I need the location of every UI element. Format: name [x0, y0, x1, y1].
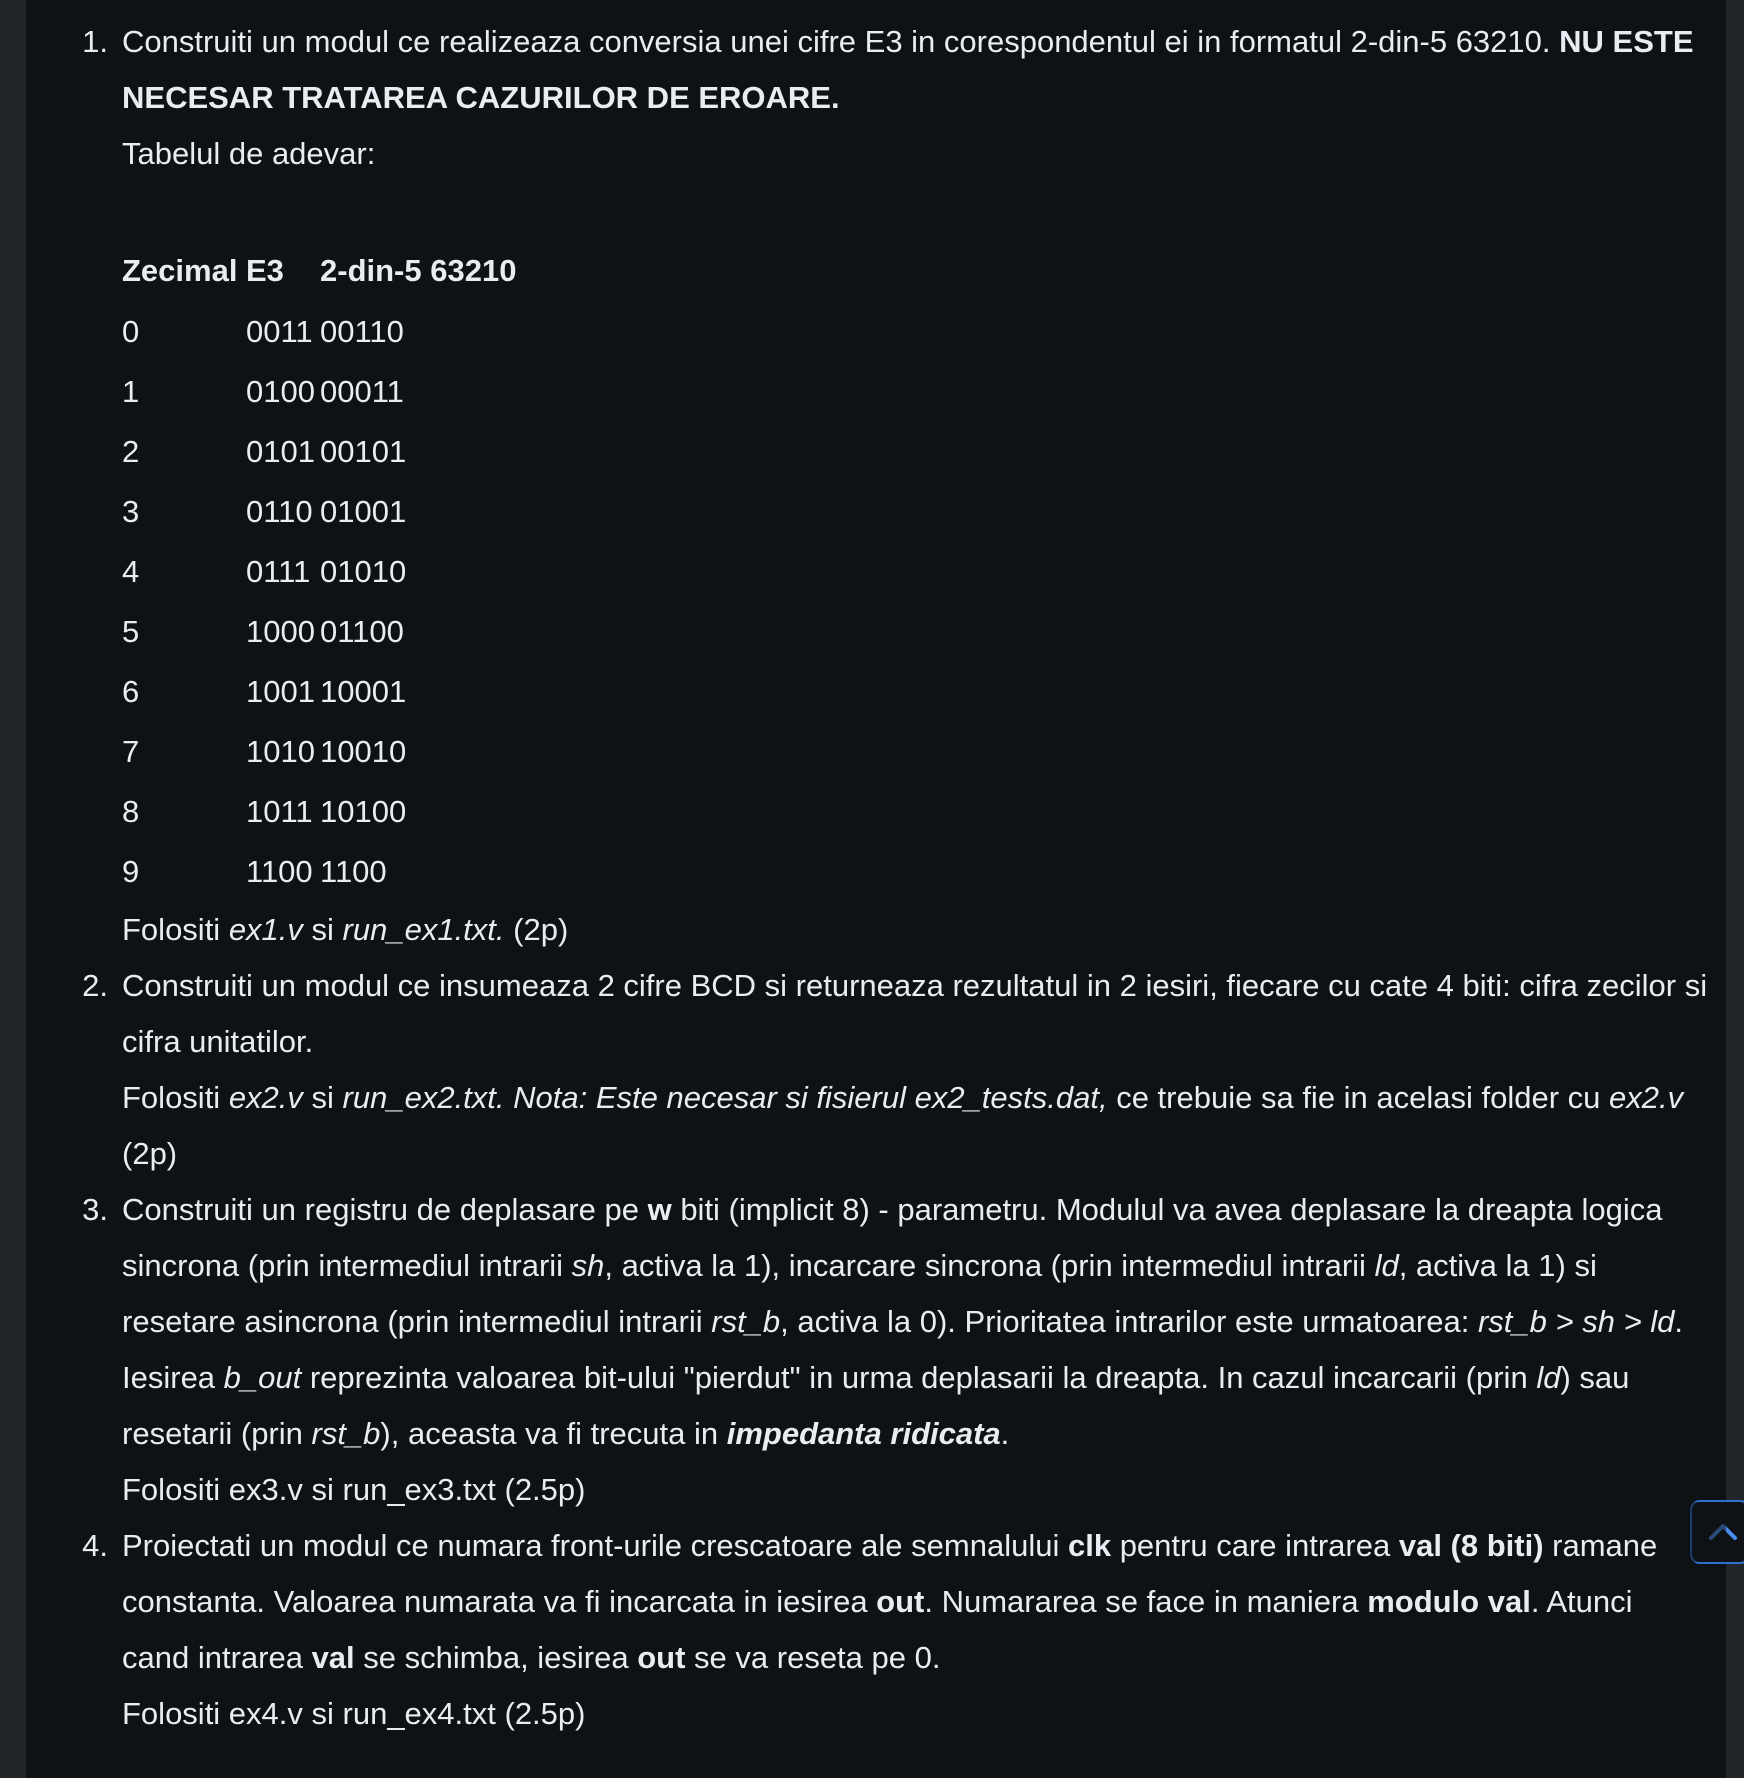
task-number: 1. — [82, 24, 108, 59]
table-cell: 1100 — [246, 854, 313, 889]
signal-name: val — [311, 1640, 355, 1675]
back-to-top-button[interactable] — [1690, 1500, 1744, 1564]
table-intro: Tabelul de adevar: — [122, 136, 376, 171]
table-cell: 00011 — [320, 374, 404, 409]
table-cell: 0011 — [246, 314, 313, 349]
table-cell: 10100 — [320, 794, 407, 829]
table-cell: 5 — [122, 614, 140, 649]
table-cell: 7 — [122, 734, 140, 769]
table-cell: 1011 — [246, 794, 313, 829]
table-row: 9 1100 1100 — [122, 842, 516, 902]
task-description: Construiti un modul ce insumeaza 2 cifre… — [122, 968, 1708, 1059]
table-cell: 1100 — [320, 854, 387, 889]
table-cell: 1 — [122, 374, 140, 409]
file-name: ex2.v — [228, 1080, 303, 1115]
table-row: 8 1011 10100 — [122, 782, 516, 842]
table-cell: 6 — [122, 674, 140, 709]
priority-order: rst_b > sh > ld — [1477, 1304, 1675, 1339]
table-cell: 0 — [122, 314, 140, 349]
task-description: Proiectati un modul ce numara front-uril… — [122, 1528, 1658, 1675]
files-note: Folositi ex2.v si run_ex2.txt. Nota: Est… — [122, 1080, 1684, 1171]
table-row: 4 0111 01010 — [122, 542, 516, 602]
files-note: Folositi ex4.v si run_ex4.txt (2.5p) — [122, 1696, 586, 1731]
signal-name: val (8 biti) — [1398, 1528, 1544, 1563]
table-cell: 01100 — [320, 614, 404, 649]
table-cell: 1001 — [246, 674, 315, 709]
file-note-italic: run_ex2.txt. Nota: Este necesar si fisie… — [342, 1080, 1108, 1115]
table-cell: 0110 — [246, 494, 313, 529]
table-cell: 10001 — [320, 674, 407, 709]
table-row: 0 0011 00110 — [122, 302, 516, 362]
task-4: 4. Proiectati un modul ce numara front-u… — [78, 1518, 1708, 1742]
table-cell: 0100 — [246, 374, 315, 409]
task-3: 3. Construiti un registru de deplasare p… — [78, 1182, 1708, 1518]
table-cell: 0101 — [246, 434, 315, 469]
table-cell: 1000 — [246, 614, 315, 649]
signal-name: rst_b — [711, 1304, 781, 1339]
table-row: 7 1010 10010 — [122, 722, 516, 782]
table-cell: 00110 — [320, 314, 404, 349]
table-cell: 00101 — [320, 434, 407, 469]
column-header: 2-din-5 63210 — [320, 253, 517, 288]
signal-name: b_out — [223, 1360, 302, 1395]
table-row: 5 1000 01100 — [122, 602, 516, 662]
column-header: Zecimal — [122, 253, 238, 288]
signal-name: out — [637, 1640, 686, 1675]
task-2: 2. Construiti un modul ce insumeaza 2 ci… — [78, 958, 1708, 1182]
task-number: 2. — [82, 968, 108, 1003]
signal-name: ld — [1536, 1360, 1561, 1395]
table-cell: 4 — [122, 554, 140, 589]
task-list: 1. Construiti un modul ce realizeaza con… — [78, 14, 1708, 1742]
file-name: run_ex1.txt. — [342, 912, 505, 947]
table-cell: 01001 — [320, 494, 407, 529]
files-note: Folositi ex1.v si run_ex1.txt. (2p) — [122, 912, 569, 947]
task-description: Construiti un modul ce realizeaza conver… — [122, 24, 1694, 115]
task-number: 4. — [82, 1528, 108, 1563]
signal-name: ld — [1374, 1248, 1399, 1283]
signal-name: sh — [571, 1248, 605, 1283]
task-1: 1. Construiti un modul ce realizeaza con… — [78, 14, 1708, 958]
table-row: 1 0100 00011 — [122, 362, 516, 422]
table-cell: 1010 — [246, 734, 315, 769]
table-cell: 3 — [122, 494, 140, 529]
column-header: E3 — [246, 253, 284, 288]
truth-table: Zecimal E3 2-din-5 63210 0 0011 00110 1 010… — [122, 240, 516, 902]
param-name: w — [647, 1192, 672, 1227]
table-cell: 8 — [122, 794, 140, 829]
table-cell: 10010 — [320, 734, 407, 769]
table-cell: 01010 — [320, 554, 407, 589]
table-row: 6 1001 10001 — [122, 662, 516, 722]
table-cell: 0111 — [246, 554, 311, 589]
signal-name: rst_b — [311, 1416, 381, 1451]
files-note: Folositi ex3.v si run_ex3.txt (2.5p) — [122, 1472, 586, 1507]
table-header-row: Zecimal E3 2-din-5 63210 — [122, 240, 516, 302]
task-description: Construiti un registru de deplasare pe w… — [122, 1192, 1684, 1451]
signal-name: clk — [1067, 1528, 1112, 1563]
table-cell: 2 — [122, 434, 140, 469]
table-row: 3 0110 01001 — [122, 482, 516, 542]
left-gutter — [0, 0, 26, 1778]
emphasis-term: impedanta ridicata — [726, 1416, 1001, 1451]
file-name: ex1.v — [228, 912, 303, 947]
table-cell: 9 — [122, 854, 140, 889]
file-name: ex2.v — [1609, 1080, 1684, 1115]
task-number: 3. — [82, 1192, 108, 1227]
signal-name: out — [876, 1584, 925, 1619]
emphasis-term: modulo val — [1367, 1584, 1531, 1619]
table-row: 2 0101 00101 — [122, 422, 516, 482]
